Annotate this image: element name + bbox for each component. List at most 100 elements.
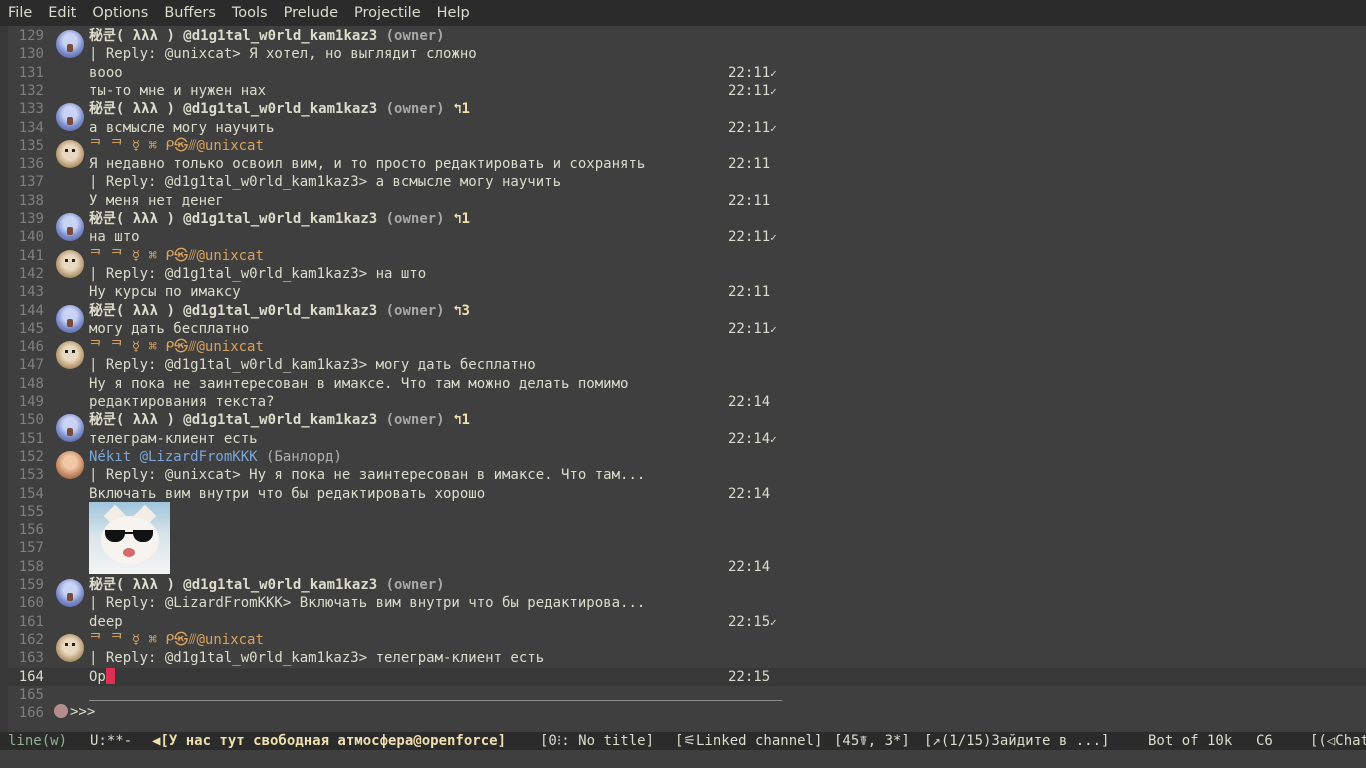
line-number: 145 [18,320,44,337]
line-number: 157 [18,540,44,557]
message-author[interactable]: 秘쿤( λλλ ) @d1g1tal_w0rld_kam1kaz3 [89,577,377,593]
message-text: Включать вим внутри что бы редактировать… [89,485,486,502]
message-text: Op [89,668,106,685]
message-text: на што [89,229,140,246]
author-role: (owner) [385,28,445,44]
menu-edit[interactable]: Edit [40,0,84,26]
line-content: 秘쿤( λλλ ) @d1g1tal_w0rld_kam1kaz3 (owner… [89,576,445,594]
message-author[interactable]: ᄏ ᄏ ☿ ⌘ ᑭ㉿⫻@unixcat [89,339,264,355]
reply-count-badge[interactable]: ↰1 [453,101,470,117]
read-check-icon: ✓ [770,66,777,80]
line-content: Включать вим внутри что бы редактировать… [89,485,485,503]
message-text: | Reply: @d1g1tal_w0rld_kam1kaz3> могу д… [89,357,536,374]
text-cursor [105,667,115,684]
message-timestamp: 22:14✓ [728,430,777,449]
message-author[interactable]: 秘쿤( λλλ ) @d1g1tal_w0rld_kam1kaz3 [89,28,377,44]
line-content: | Reply: @unixcat> Я хотел, но выглядит … [89,45,477,63]
message-text: | Reply: @unixcat> Я хотел, но выглядит … [89,46,477,63]
line-content: ᄏ ᄏ ☿ ⌘ ᑭ㉿⫻@unixcat [89,137,264,155]
prompt-marker: >>> [70,704,96,720]
modeline-chat-title[interactable]: [0⁝: No title] [540,732,654,750]
line-content: 秘쿤( λλλ ) @d1g1tal_w0rld_kam1kaz3 (owner… [89,302,470,320]
chat-line: 149 редактирования текста? 22:14 [0,393,1366,411]
menu-projectile[interactable]: Projectile [346,0,429,26]
modeline-buffer-name[interactable]: ◀[У нас тут свободная атмосфера@openforc… [152,732,506,750]
line-number: 149 [18,394,44,410]
line-content: а всмысле могу научить [89,119,274,137]
message-author[interactable]: 秘쿤( λλλ ) @d1g1tal_w0rld_kam1kaz3 [89,101,377,117]
line-content: 秘쿤( λλλ ) @d1g1tal_w0rld_kam1kaz3 (owner… [89,210,470,228]
line-content: ты-то мне и нужен нах [89,82,266,100]
message-timestamp: 22:14 [728,558,770,576]
chat-line: 131 вооо 22:11✓ [0,64,1366,82]
line-content: могу дать бесплатно [89,320,249,338]
input-separator [89,700,782,701]
message-author[interactable]: Nékıt @LizardFromKKK [89,449,258,465]
modeline-pinned-message[interactable]: [↗(1/15)Зайдите в ...] [924,732,1109,750]
message-text: | Reply: @d1g1tal_w0rld_kam1kaz3> на што [89,265,427,282]
line-number: 132 [18,82,44,99]
menu-tools[interactable]: Tools [224,0,276,26]
modeline-column: C6 [1256,733,1273,749]
chat-line: 141 ᄏ ᄏ ☿ ⌘ ᑭ㉿⫻@unixcat [0,247,1366,265]
menu-prelude[interactable]: Prelude [276,0,346,26]
chat-line: 161 deep 22:15✓ [0,613,1366,631]
chat-line: 152 Nékıt @LizardFromKKK (Банлорд) [0,448,1366,466]
line-number: 155 [18,503,44,520]
read-check-icon: ✓ [770,121,777,135]
chat-line: 151 телеграм-клиент есть 22:14✓ [0,430,1366,448]
chat-line: 155 [0,503,1366,521]
reply-count-badge[interactable]: ↰1 [453,211,470,227]
line-content: телеграм-клиент есть [89,430,258,448]
chat-line: 162 ᄏ ᄏ ☿ ⌘ ᑭ㉿⫻@unixcat [0,631,1366,649]
chat-line: 140 на што 22:11✓ [0,228,1366,246]
message-author[interactable]: ᄏ ᄏ ☿ ⌘ ᑭ㉿⫻@unixcat [89,248,264,264]
menu-buffers[interactable]: Buffers [156,0,224,26]
line-number: 135 [18,137,44,154]
chat-line: 156 [0,521,1366,539]
chat-line: 129 秘쿤( λλλ ) @d1g1tal_w0rld_kam1kaz3 (ow… [0,27,1366,45]
line-number: 139 [18,211,44,227]
message-text: Ну курсы по имаксу [89,284,241,301]
chat-line: 147 | Reply: @d1g1tal_w0rld_kam1kaz3> мог… [0,356,1366,374]
reply-count-badge[interactable]: ↰1 [453,412,470,428]
author-role: (owner) [385,101,445,118]
message-text: а всмысле могу научить [89,119,275,136]
chat-line: 166 [0,704,1366,722]
chat-line: 143 Ну курсы по имаксу 22:11 [0,283,1366,301]
chat-input-prompt[interactable]: >>> [54,703,95,721]
modeline-counters[interactable]: [45☤, 3*] [834,732,910,750]
message-author[interactable]: ᄏ ᄏ ☿ ⌘ ᑭ㉿⫻@unixcat [89,632,264,648]
line-number: 131 [18,64,44,81]
message-author[interactable]: 秘쿤( λλλ ) @d1g1tal_w0rld_kam1kaz3 [89,211,377,227]
read-check-icon: ✓ [770,84,777,98]
message-text: Я недавно только освоил вим, и то просто… [89,156,646,173]
line-content: | Reply: @d1g1tal_w0rld_kam1kaz3> а всмы… [89,173,561,191]
line-number: 137 [18,174,44,191]
author-role: (owner) [385,211,445,227]
menu-help[interactable]: Help [429,0,478,26]
message-author[interactable]: 秘쿤( λλλ ) @d1g1tal_w0rld_kam1kaz3 [89,303,377,319]
line-number: 133 [18,101,44,118]
reply-count-badge[interactable]: ↰3 [453,303,470,319]
minibuffer[interactable] [0,750,1366,768]
message-timestamp: 22:11✓ [728,64,777,83]
menu-options[interactable]: Options [84,0,156,26]
modeline-mode: line(w) [8,733,68,749]
chat-buffer[interactable]: 129 秘쿤( λλλ ) @d1g1tal_w0rld_kam1kaz3 (ow… [0,26,1366,732]
chat-line: 148 Ну я пока не заинтересован в имаксе. … [0,375,1366,393]
sticker-image[interactable] [89,502,170,574]
message-author[interactable]: 秘쿤( λλλ ) @d1g1tal_w0rld_kam1kaz3 [89,412,377,428]
chat-line: 142 | Reply: @d1g1tal_w0rld_kam1kaz3> на … [0,265,1366,283]
message-text: редактирования текста? [89,394,275,410]
line-number: 146 [18,339,44,356]
line-content: Nékıt @LizardFromKKK (Банлорд) [89,448,342,466]
line-number: 144 [18,302,44,319]
message-author[interactable]: ᄏ ᄏ ☿ ⌘ ᑭ㉿⫻@unixcat [89,138,264,154]
line-number: 162 [18,631,44,648]
message-text: могу дать бесплатно [89,320,250,337]
message-text: deep [89,613,123,630]
menu-file[interactable]: File [0,0,40,26]
modeline-linked-channel[interactable]: [⚟Linked channel] [675,732,822,750]
chat-line: 139 秘쿤( λλλ ) @d1g1tal_w0rld_kam1kaz3 (ow… [0,210,1366,228]
